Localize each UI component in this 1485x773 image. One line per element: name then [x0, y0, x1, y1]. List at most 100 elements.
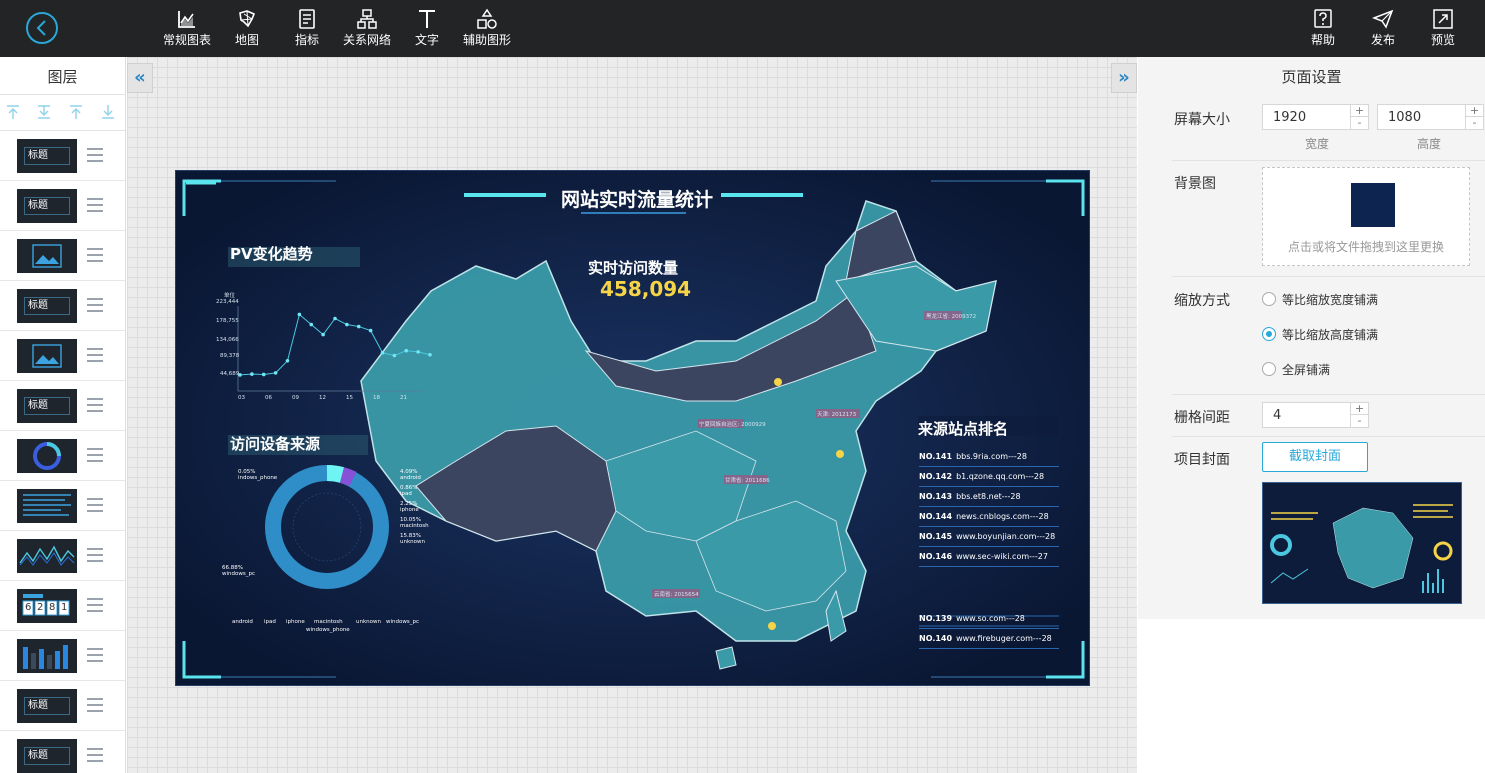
layer-item[interactable]: 标题	[0, 681, 125, 731]
layer-item[interactable]: 标题	[0, 731, 125, 773]
pv-series-line	[239, 313, 431, 376]
layer-item[interactable]	[0, 531, 125, 581]
realtime-value: 458,094	[600, 277, 692, 301]
drag-handle-icon[interactable]	[87, 248, 103, 262]
layer-item[interactable]	[0, 431, 125, 481]
height-decrement[interactable]: -	[1466, 117, 1483, 129]
grid-decrement[interactable]: -	[1351, 415, 1368, 427]
rank-no: NO.141	[919, 452, 953, 461]
rank-title: 来源站点排名	[918, 420, 1009, 438]
height-value: 1080	[1388, 110, 1422, 125]
help-button[interactable]: 帮助	[1303, 8, 1343, 50]
tool-network[interactable]: 关系网络	[343, 8, 391, 50]
ring-chart-icon	[33, 442, 61, 470]
screen-size-label: 屏幕大小	[1174, 112, 1230, 128]
move-to-top-icon[interactable]	[6, 104, 22, 120]
map-label: 黑龙江省: 2009372	[926, 314, 977, 320]
layer-thumb-title: 标题	[24, 697, 70, 715]
radio-fullscreen[interactable]	[1262, 362, 1276, 376]
background-label: 背景图	[1174, 176, 1216, 192]
settings-body: 屏幕大小 1920 + - 宽度 1080 + - 高度 背景图 点击或将文件拖拽到…	[1138, 97, 1485, 619]
move-up-icon[interactable]	[69, 104, 85, 120]
preview-button[interactable]: 预览	[1423, 8, 1463, 50]
collapse-left-button[interactable]: «	[127, 63, 153, 93]
drag-handle-icon[interactable]	[87, 148, 103, 162]
tool-indicator[interactable]: 指标	[294, 8, 320, 50]
pv-point	[392, 353, 397, 358]
layer-item[interactable]	[0, 631, 125, 681]
drag-handle-icon[interactable]	[87, 398, 103, 412]
device-legend-item: ipad	[264, 619, 276, 625]
radio-fit-height[interactable]	[1262, 327, 1276, 341]
rank-no: NO.145	[919, 532, 953, 541]
device-legend-item: unknown	[356, 619, 381, 625]
pv-point	[309, 322, 314, 327]
layer-item[interactable]: 标题	[0, 131, 125, 181]
width-input[interactable]: 1920 + -	[1262, 104, 1369, 130]
image-icon	[32, 244, 62, 268]
cover-thumbnail-graphic	[1263, 483, 1461, 603]
drag-handle-icon[interactable]	[87, 598, 103, 612]
map-label: 宁夏回族自治区: 2000929	[699, 422, 766, 428]
tool-map[interactable]: 地图	[233, 8, 261, 50]
layer-thumbnail	[17, 489, 77, 523]
drag-handle-icon[interactable]	[87, 748, 103, 762]
drag-handle-icon[interactable]	[87, 348, 103, 362]
layer-item[interactable]	[0, 481, 125, 531]
device-title: 访问设备来源	[230, 435, 321, 453]
background-swatch	[1351, 183, 1395, 227]
layer-list: 标题 标题 标题 标题 6 2 8 1 标题 标题	[0, 131, 125, 773]
collapse-right-button[interactable]: »	[1111, 63, 1137, 93]
device-label: 0.86% ipad	[400, 485, 418, 497]
rank-site: bbs.9ria.com---28	[956, 452, 1027, 461]
canvas-area[interactable]: « » 网站实时流量统计 PV变化趋势 实时访问数量 458,094 访问设备来…	[127, 57, 1137, 773]
capture-cover-button[interactable]: 截取封面	[1262, 442, 1368, 472]
move-to-bottom-icon[interactable]	[37, 104, 53, 120]
counter-digit: 1	[61, 602, 68, 613]
layer-item[interactable]: 标题	[0, 381, 125, 431]
drag-handle-icon[interactable]	[87, 298, 103, 312]
layer-item[interactable]: 标题	[0, 181, 125, 231]
pv-line-chart	[238, 312, 432, 377]
grid-spacing-value: 4	[1273, 408, 1282, 423]
pv-point	[356, 324, 361, 329]
layers-panel: 图层 标题 标题 标题 标题 6 2 8 1 标题 标题	[0, 57, 126, 773]
rank-site: news.cnblogs.com---28	[956, 512, 1049, 521]
drag-handle-icon[interactable]	[87, 648, 103, 662]
layer-item[interactable]: 标题	[0, 281, 125, 331]
move-down-icon[interactable]	[101, 104, 117, 120]
pv-point	[250, 372, 254, 376]
pv-x-tick: 03	[238, 395, 245, 401]
grid-spacing-label: 栅格间距	[1174, 410, 1230, 426]
publish-button[interactable]: 发布	[1363, 8, 1403, 50]
tool-chart[interactable]: 常规图表	[163, 8, 211, 50]
pv-point	[345, 322, 349, 327]
height-input[interactable]: 1080 + -	[1377, 104, 1484, 130]
radio-fit-width[interactable]	[1262, 292, 1276, 306]
top-toolbar: 常规图表 地图 指标 关系网络 文字 辅助图形 帮助 发布 预览	[0, 0, 1485, 57]
layer-item[interactable]	[0, 331, 125, 381]
background-upload-area[interactable]: 点击或将文件拖拽到这里更换	[1262, 167, 1470, 266]
layer-item[interactable]	[0, 231, 125, 281]
layer-item[interactable]: 6281	[0, 581, 125, 631]
width-label: 宽度	[1305, 137, 1330, 151]
drag-handle-icon[interactable]	[87, 448, 103, 462]
tool-text[interactable]: 文字	[413, 8, 441, 50]
drag-handle-icon[interactable]	[87, 198, 103, 212]
cover-thumbnail	[1262, 482, 1462, 604]
back-button[interactable]	[26, 12, 58, 44]
layer-thumbnail	[17, 439, 77, 473]
rank-row: NO.144 news.cnblogs.com---28	[919, 507, 1059, 527]
drag-handle-icon[interactable]	[87, 498, 103, 512]
device-legend-item: iphone	[286, 619, 305, 625]
tool-shapes[interactable]: 辅助图形	[463, 8, 511, 50]
drag-handle-icon[interactable]	[87, 548, 103, 562]
rank-no: NO.139	[919, 614, 953, 623]
width-decrement[interactable]: -	[1351, 117, 1368, 129]
tool-shapes-label: 辅助图形	[463, 33, 512, 47]
rank-row: NO.140 www.firebuger.com---28	[919, 629, 1059, 649]
grid-spacing-input[interactable]: 4 + -	[1262, 402, 1369, 428]
page-settings-panel: 页面设置 屏幕大小 1920 + - 宽度 1080 + - 高度 背景图 点击或将…	[1138, 57, 1485, 773]
drag-handle-icon[interactable]	[87, 698, 103, 712]
dashboard-preview[interactable]: 网站实时流量统计 PV变化趋势 实时访问数量 458,094 访问设备来源 来源…	[175, 170, 1090, 686]
